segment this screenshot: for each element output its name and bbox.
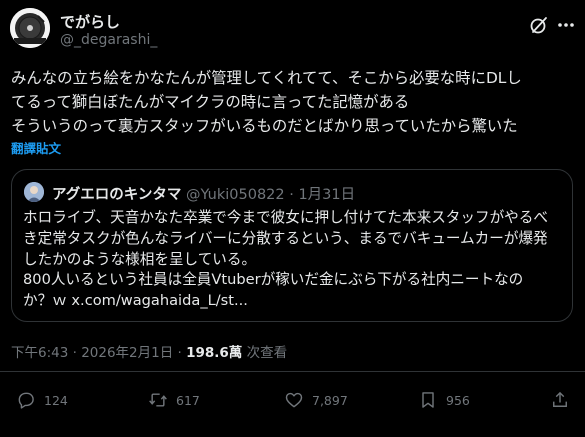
author-avatar[interactable] bbox=[10, 8, 50, 48]
avatar-image bbox=[24, 182, 44, 202]
quote-author-name[interactable]: アグエロのキンタマ bbox=[52, 187, 181, 203]
quote-text: ホロライブ、天音かなた卒業で今まで彼女に押し付けてた本来スタッフがやるべ き定常… bbox=[23, 208, 563, 312]
like-count: 7,897 bbox=[312, 392, 348, 408]
post-text-line: みんなの立ち絵をかなたんが管理してくれてて、そこから必要な時にDLし bbox=[11, 69, 522, 87]
quote-author-avatar[interactable] bbox=[24, 182, 44, 202]
post-meta: 下午6:43 · 2026年2月1日 · 198.6萬 次查看 bbox=[11, 341, 287, 361]
bookmark-button[interactable]: 956 bbox=[418, 390, 470, 410]
repost-count: 617 bbox=[176, 392, 200, 408]
quote-text-line: ホロライブ、天音かなた卒業で今まで彼女に押し付けてた本来スタッフがやるべ bbox=[23, 209, 548, 226]
avatar-image bbox=[10, 8, 50, 48]
quote-text-line: 800人いるという社員は全員Vtuberが稼いだ金にぶら下がる社内ニートなの bbox=[23, 271, 524, 289]
like-icon bbox=[285, 392, 303, 408]
more-icon[interactable] bbox=[555, 16, 577, 34]
divider bbox=[0, 371, 585, 372]
post-timestamp[interactable]: 下午6:43 · 2026年2月1日 · bbox=[11, 345, 186, 361]
repost-button[interactable]: 617 bbox=[148, 390, 200, 410]
grok-icon[interactable] bbox=[529, 15, 549, 35]
views-label: 次查看 bbox=[242, 345, 288, 361]
like-button[interactable]: 7,897 bbox=[284, 390, 348, 410]
quote-header: アグエロのキンタマ @Yuki050822 · 1月31日 bbox=[52, 183, 355, 204]
translate-link[interactable]: 翻譯貼文 bbox=[11, 138, 61, 157]
repost-icon bbox=[149, 393, 167, 407]
quote-date: · 1月31日 bbox=[284, 187, 356, 203]
bookmark-icon bbox=[422, 392, 434, 408]
author-name[interactable]: でがらし bbox=[60, 11, 120, 32]
reply-button[interactable]: 124 bbox=[16, 390, 68, 410]
share-icon bbox=[553, 391, 567, 407]
bookmark-count: 956 bbox=[446, 392, 470, 408]
quote-text-line: か？ｗ x.com/wagahaida_L/st... bbox=[23, 292, 248, 310]
quote-author-handle[interactable]: @Yuki050822 bbox=[186, 187, 285, 203]
post-text-line: てるって獅白ぼたんがマイクラの時に言ってた記憶がある bbox=[11, 93, 410, 111]
reply-count: 124 bbox=[44, 392, 68, 408]
quote-text-line: したかのような様相を呈している。 bbox=[23, 250, 257, 268]
author-handle[interactable]: @_degarashi_ bbox=[60, 32, 157, 48]
quote-text-line: き定常タスクが色んなライバーに分散するという、まるでバキュームカーが爆発 bbox=[23, 229, 548, 247]
reply-icon bbox=[18, 392, 34, 409]
share-button[interactable] bbox=[550, 390, 578, 410]
post-text: みんなの立ち絵をかなたんが管理してくれてて、そこから必要な時にDLし てるって獅… bbox=[11, 66, 579, 138]
post-text-line: そういうのって裏方スタッフがいるものだとばかり思っていたから驚いた bbox=[11, 117, 518, 135]
views-count: 198.6萬 bbox=[186, 345, 243, 361]
